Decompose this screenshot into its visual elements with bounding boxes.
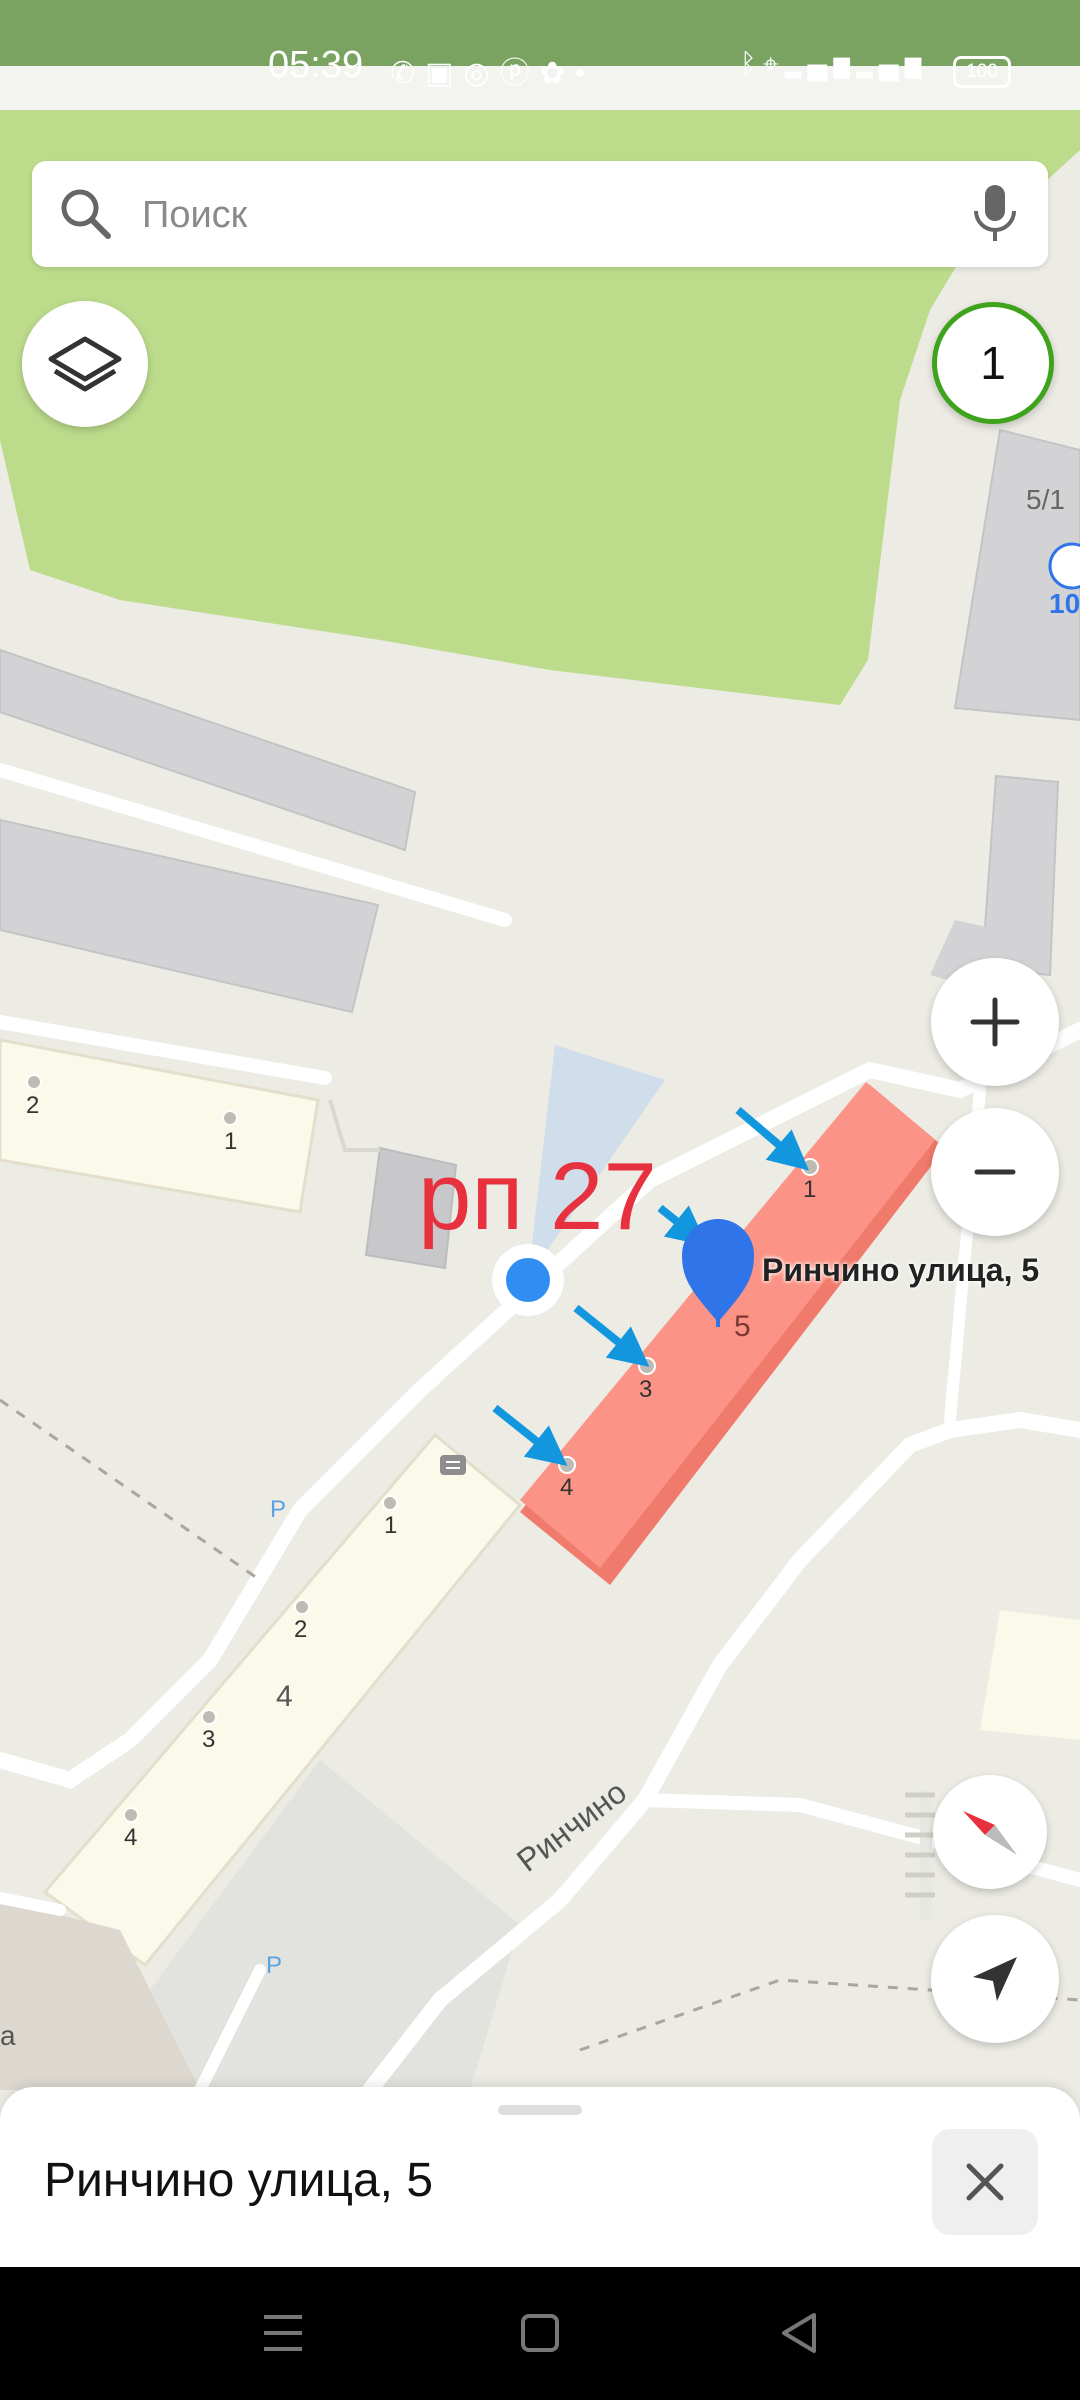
layers-button[interactable]	[22, 301, 148, 427]
system-nav-bar	[0, 2267, 1080, 2400]
parking-label: P	[270, 1496, 287, 1523]
sheet-handle[interactable]	[498, 2105, 582, 2115]
address-label[interactable]: Ринчино улица, 5	[762, 1252, 1039, 1289]
entrance-label: 3	[639, 1376, 653, 1403]
poi-small-icon	[440, 1455, 466, 1475]
entrance-label: 4	[560, 1474, 574, 1501]
compass-button[interactable]	[933, 1775, 1047, 1889]
plus-icon	[970, 997, 1020, 1047]
compass-icon	[963, 1811, 1017, 1855]
user-location-dot	[492, 1244, 564, 1316]
viber-icon: ✆	[390, 57, 426, 90]
status-app-icons: ✆▣◎ⓟ✿•	[390, 48, 595, 92]
house-number-label: 5	[734, 1310, 751, 1343]
entrance-label: 4	[124, 1824, 138, 1851]
entrance-label: 1	[803, 1176, 817, 1203]
map-annotation: рп 27	[418, 1143, 657, 1250]
bluetooth-icon: ᛒ	[740, 48, 763, 79]
close-button[interactable]	[932, 2129, 1038, 2235]
zoom-in-button[interactable]	[931, 958, 1059, 1086]
building-number-label: 4	[276, 1680, 293, 1713]
microphone-icon[interactable]	[970, 183, 1020, 245]
signal-4g-icon: ▂▄▆	[784, 48, 857, 79]
entrance-label: 2	[26, 1092, 40, 1119]
counter-button[interactable]: 1	[932, 302, 1054, 424]
edge-label: а	[0, 2020, 16, 2051]
battery-icon: 100	[953, 56, 1011, 88]
status-bar: 05:39 ✆▣◎ⓟ✿• ᛒ⌖▂▄▆▂▄▆ 100	[0, 0, 1080, 110]
zoom-out-button[interactable]	[931, 1108, 1059, 1236]
layers-icon	[48, 336, 122, 392]
signal-icon: ▂▄▆	[856, 48, 928, 79]
building-label-right: 5/1	[1026, 484, 1065, 515]
status-system-icons: ᛒ⌖▂▄▆▂▄▆	[740, 48, 927, 81]
search-icon	[61, 189, 111, 239]
search-input[interactable]	[140, 186, 964, 244]
close-icon	[966, 2163, 1004, 2201]
navigation-arrow-icon	[973, 1957, 1017, 2001]
entrance-label: 3	[202, 1726, 216, 1753]
dot-icon: •	[574, 57, 596, 90]
location-icon: ⌖	[762, 48, 785, 79]
pinterest-icon: ⓟ	[499, 57, 540, 90]
poi-restaurant-icon[interactable]	[1048, 542, 1080, 590]
search-bar[interactable]	[32, 161, 1048, 267]
app-icon: ✿	[539, 57, 575, 90]
sheet-title: Ринчино улица, 5	[44, 2154, 434, 2207]
menu-icon[interactable]	[258, 2267, 308, 2400]
my-location-button[interactable]	[931, 1915, 1059, 2043]
entrance-label: 1	[224, 1128, 238, 1155]
entrance-label: 2	[294, 1616, 308, 1643]
parking-label: P	[266, 1952, 283, 1979]
poi-number-label: 10	[1049, 588, 1080, 619]
entrance-label: 1	[384, 1512, 398, 1539]
home-icon[interactable]	[514, 2267, 566, 2400]
search-app-icon: ◎	[463, 57, 500, 90]
back-icon[interactable]	[774, 2267, 824, 2400]
minus-icon	[974, 1169, 1016, 1175]
status-time: 05:39	[268, 44, 364, 86]
bottom-sheet[interactable]: Ринчино улица, 5	[0, 2087, 1080, 2267]
map-canvas[interactable]	[0, 0, 1080, 2090]
app-icon: ▣	[425, 57, 464, 90]
